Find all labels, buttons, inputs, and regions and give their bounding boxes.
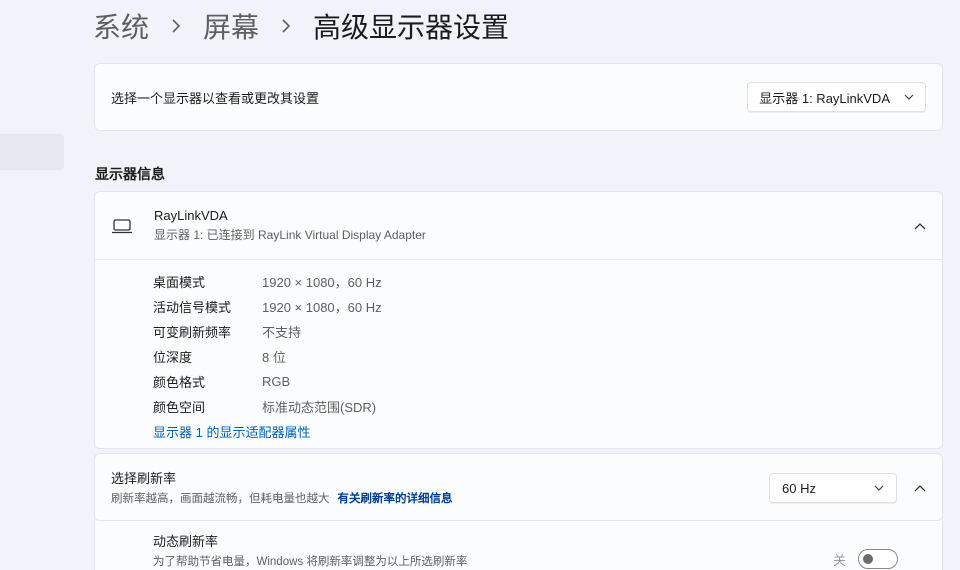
spec-value: RGB: [262, 374, 291, 389]
display-select-dropdown[interactable]: 显示器 1: RayLinkVDA: [747, 82, 926, 112]
spec-value: 8 位: [262, 350, 286, 365]
chevron-up-icon[interactable]: [910, 216, 930, 236]
display-name: RayLinkVDA: [154, 208, 228, 223]
chevron-up-icon[interactable]: [910, 478, 930, 498]
refresh-rate-value: 60 Hz: [782, 480, 816, 496]
refresh-rate-dropdown[interactable]: 60 Hz: [769, 473, 897, 503]
display-connection-subtitle: 显示器 1: 已连接到 RayLink Virtual Display Adap…: [154, 228, 426, 242]
spec-active-signal-mode: 活动信号模式 1920 × 1080，60 Hz: [153, 294, 942, 319]
toggle-state-label: 关: [832, 552, 846, 568]
chevron-down-icon: [874, 483, 884, 493]
display-info-heading: 显示器信息: [95, 166, 165, 182]
display-spec-list: 桌面模式 1920 × 1080，60 Hz 活动信号模式 1920 × 108…: [95, 260, 942, 444]
spec-color-format: 颜色格式 RGB: [153, 369, 942, 394]
dynamic-refresh-toggle[interactable]: [858, 549, 898, 569]
breadcrumb: 系统 屏幕 高级显示器设置: [93, 6, 509, 46]
select-display-card: 选择一个显示器以查看或更改其设置 显示器 1: RayLinkVDA: [94, 63, 943, 131]
spec-key: 桌面模式: [153, 275, 206, 290]
chevron-right-icon: [281, 19, 291, 33]
refresh-rate-card: 选择刷新率 刷新率越高，画面越流畅，但耗电量也越大 有关刷新率的详细信息 60 H…: [94, 453, 943, 521]
nav-selected-item[interactable]: [0, 134, 64, 170]
dynamic-refresh-description: 为了帮助节省电量，Windows 将刷新率调整为以上所选刷新率: [153, 556, 468, 568]
refresh-rate-title: 选择刷新率: [111, 471, 177, 486]
chevron-down-icon: [904, 92, 914, 102]
page-title: 高级显示器设置: [313, 12, 510, 43]
select-display-label: 选择一个显示器以查看或更改其设置: [111, 90, 320, 106]
refresh-rate-description-text: 刷新率越高，画面越流畅，但耗电量也越大: [111, 493, 330, 505]
display-select-value: 显示器 1: RayLinkVDA: [759, 90, 890, 106]
spec-desktop-mode: 桌面模式 1920 × 1080，60 Hz: [153, 269, 942, 294]
monitor-icon: [111, 216, 135, 236]
spec-bit-depth: 位深度 8 位: [153, 344, 942, 369]
dynamic-refresh-title: 动态刷新率: [153, 534, 219, 549]
spec-key: 位深度: [153, 350, 193, 365]
chevron-right-icon: [171, 19, 181, 33]
spec-key: 颜色空间: [153, 400, 206, 415]
settings-page: 系统 屏幕 高级显示器设置 选择一个显示器以查看或更改其设置 显示器 1: Ra…: [0, 0, 960, 570]
spec-value: 不支持: [262, 325, 302, 340]
toggle-knob: [863, 554, 873, 564]
display-adapter-properties-link[interactable]: 显示器 1 的显示适配器属性: [153, 419, 942, 444]
display-info-header[interactable]: RayLinkVDA 显示器 1: 已连接到 RayLink Virtual D…: [95, 192, 942, 260]
spec-key: 活动信号模式: [153, 300, 232, 315]
breadcrumb-display[interactable]: 屏幕: [203, 6, 259, 46]
spec-color-space: 颜色空间 标准动态范围(SDR): [153, 394, 942, 419]
refresh-rate-more-info-link[interactable]: 有关刷新率的详细信息: [338, 493, 453, 505]
spec-value: 1920 × 1080，60 Hz: [262, 275, 382, 290]
spec-value: 1920 × 1080，60 Hz: [262, 300, 382, 315]
display-info-card: RayLinkVDA 显示器 1: 已连接到 RayLink Virtual D…: [94, 191, 943, 449]
dynamic-refresh-card: 动态刷新率 为了帮助节省电量，Windows 将刷新率调整为以上所选刷新率 关: [94, 521, 943, 570]
refresh-rate-description: 刷新率越高，画面越流畅，但耗电量也越大 有关刷新率的详细信息: [111, 490, 453, 506]
dynamic-refresh-toggle-group: 关: [833, 549, 898, 569]
spec-value: 标准动态范围(SDR): [262, 400, 377, 415]
spec-key: 颜色格式: [153, 375, 206, 390]
spec-key: 可变刷新频率: [153, 325, 232, 340]
spec-variable-refresh-rate: 可变刷新频率 不支持: [153, 319, 942, 344]
breadcrumb-system[interactable]: 系统: [93, 6, 149, 46]
